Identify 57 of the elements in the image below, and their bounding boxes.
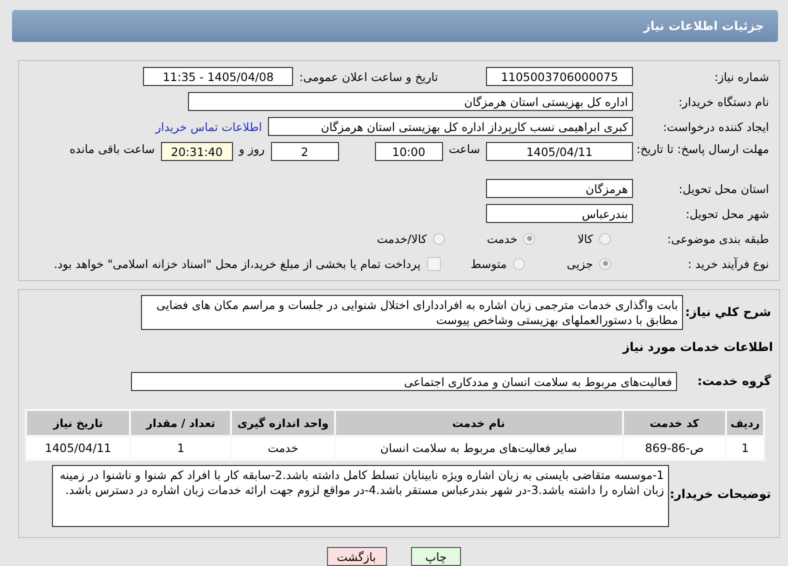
checkbox-label: پرداخت تمام یا بخشی از مبلغ خرید،از محل "اسناد خزانه اسلامی" خواهد بود. xyxy=(54,256,421,270)
field-label: نام دستگاه خریدار: xyxy=(677,94,770,108)
radio-button[interactable] xyxy=(512,258,525,270)
section-heading: اطلاعات خدمات مورد نیاز xyxy=(621,339,774,356)
table-cell: ص-86-869 xyxy=(622,436,726,460)
need-number-field: 1105003706000075 xyxy=(486,67,633,86)
field-label: استان محل تحویل: xyxy=(678,182,770,196)
announce-date-field: 1405/04/08 - 11:35 xyxy=(143,67,294,86)
radio-button[interactable] xyxy=(523,232,536,244)
radio-label: کالا/خدمت xyxy=(376,232,427,246)
column-header: تاریخ نیاز xyxy=(26,410,130,436)
city-field: بندرعباس xyxy=(486,204,633,223)
field-label: شرح کلي نياز: xyxy=(684,304,772,319)
field-label: ایجاد کننده درخواست: xyxy=(662,120,770,134)
buyer-contact-link[interactable]: اطلاعات تماس خریدار xyxy=(155,120,262,134)
column-header: نام خدمت xyxy=(334,410,623,436)
table-cell: سایر فعالیت‌های مربوط به سلامت انسان xyxy=(334,436,623,460)
radio-button[interactable] xyxy=(599,258,611,270)
table-cell: 1405/04/11 xyxy=(26,436,130,460)
radio-button[interactable] xyxy=(432,232,445,244)
service-group-field: فعالیت‌های مربوط به سلامت انسان و مددکاری اجتماعی xyxy=(131,372,677,391)
radio-button[interactable] xyxy=(599,232,611,244)
field-label: مهلت ارسال پاسخ: تا تاریخ: xyxy=(635,142,770,156)
checkbox[interactable] xyxy=(426,256,441,270)
radio-label: خدمت xyxy=(486,232,518,246)
field-label: شماره نیاز: xyxy=(713,70,770,84)
creator-field: کبری ابراهیمی نسب کارپرداز اداره کل بهزیستی استان هرمزگان xyxy=(268,117,633,136)
field-label: طبقه بندی موضوعی: xyxy=(666,232,770,246)
field-label: شهر محل تحویل: xyxy=(684,206,770,220)
radio-label: جزیی xyxy=(566,256,593,270)
field-label: گروه خدمت: xyxy=(696,373,772,388)
field-label: توضیحات خریدار: xyxy=(669,486,772,501)
radio-label: متوسط xyxy=(470,256,507,270)
column-header: تعداد / مقدار xyxy=(130,410,232,436)
deadline-date-field: 1405/04/11 xyxy=(486,142,633,161)
days-field: 2 xyxy=(270,142,339,161)
remaining-time-field: 20:31:40 xyxy=(160,142,233,161)
page-title: جزئیات اطلاعات نیاز xyxy=(643,19,764,33)
back-button[interactable]: بازگشت xyxy=(327,547,387,566)
column-header: واحد اندازه گیری xyxy=(231,410,335,436)
days-label: روز و xyxy=(238,142,265,156)
table-cell: 1 xyxy=(726,436,764,460)
province-field: هرمزگان xyxy=(486,179,633,198)
radio-label: کالا xyxy=(577,232,593,246)
column-header: کد خدمت xyxy=(622,410,726,436)
remaining-label: ساعت باقی مانده xyxy=(70,142,155,156)
buyer-field: اداره کل بهزیستی استان هرمزگان xyxy=(188,92,633,111)
column-header: ردیف xyxy=(726,410,764,436)
print-button[interactable]: چاپ xyxy=(411,547,461,566)
table-cell: خدمت xyxy=(231,436,335,460)
field-label: تاریخ و ساعت اعلان عمومی: xyxy=(299,70,438,84)
deadline-time-field: 10:00 xyxy=(374,142,443,161)
buyer-notes-field: 1-موسسه متقاضی بایستی به زبان اشاره ویژه نابینایان تسلط کامل داشته باشد.2-سابقه کار با افراد کم شنوا و ناشنوا در زمینه زبان اشاره را داشته باشد.3-در شهر بندرعباس مستقر باشد.4-در مواقع لزوم جهت ارائه خدمات زبان اشاره در دسترس باشد. xyxy=(52,465,669,527)
description-field: بابت واگذاری خدمات مترجمی زبان اشاره به افراددارای اختلال شنوایی در جلسات و مراسم مکان های فضایی مطابق با دستورالعملهای بهزیستی وشاخص پیوست xyxy=(141,295,683,330)
time-label: ساعت xyxy=(448,142,480,156)
table-cell: 1 xyxy=(130,436,232,460)
field-label: نوع فرآیند خرید : xyxy=(686,256,770,270)
